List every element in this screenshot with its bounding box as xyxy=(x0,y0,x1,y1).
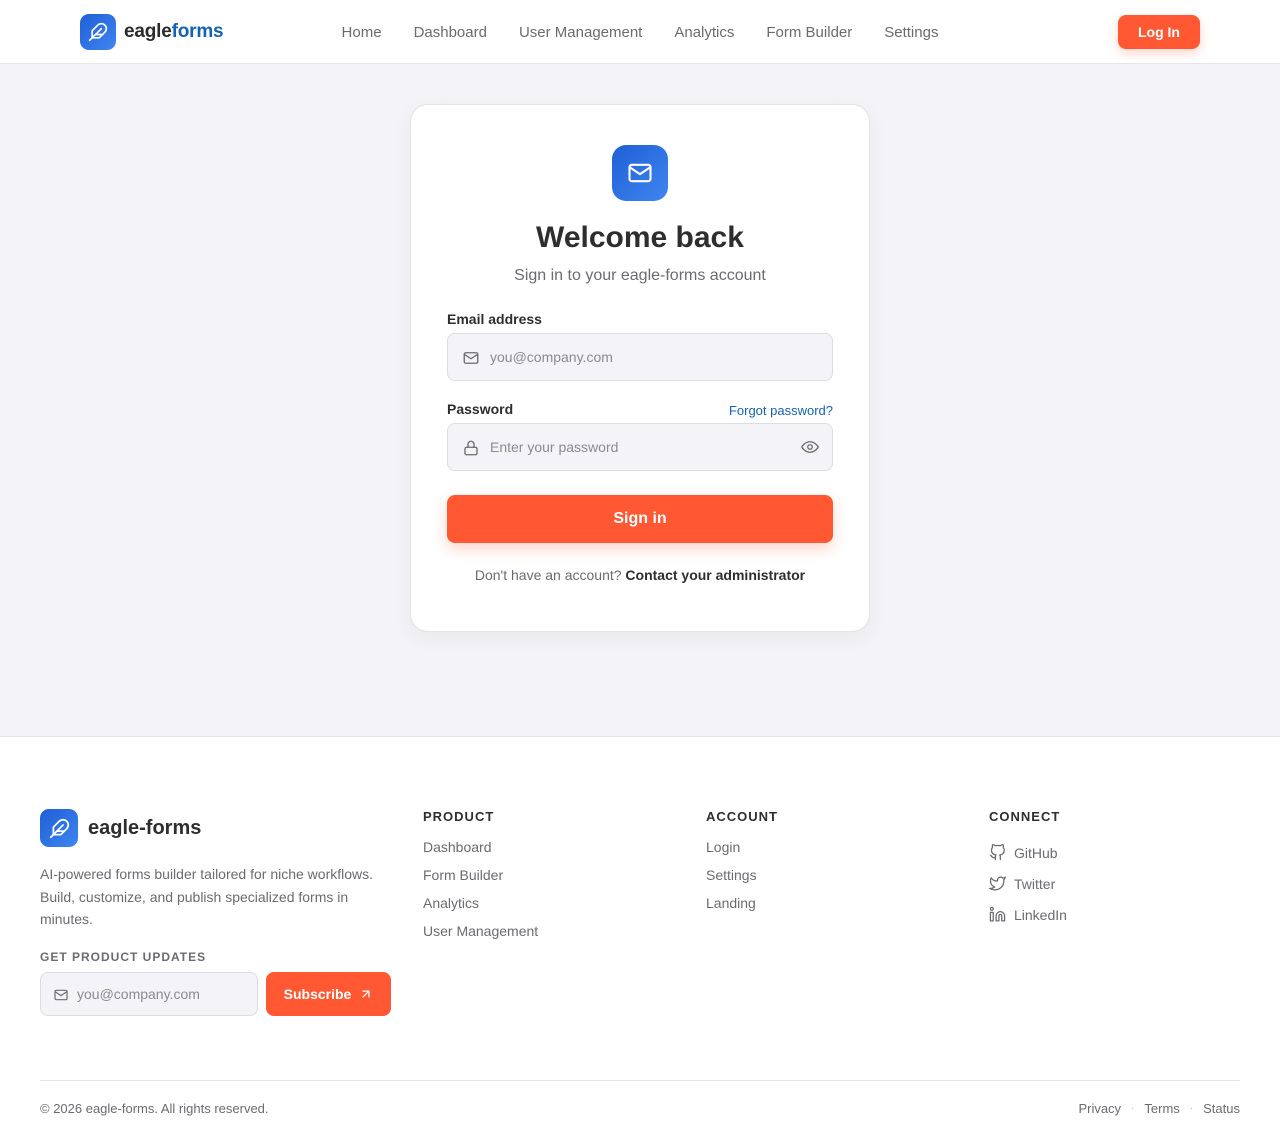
footer-link-settings[interactable]: Settings xyxy=(706,865,778,893)
footer-link-twitter[interactable]: Twitter xyxy=(989,868,1067,899)
nav-analytics[interactable]: Analytics xyxy=(674,24,734,41)
terms-link[interactable]: Terms xyxy=(1144,1101,1179,1116)
footer-link-dashboard[interactable]: Dashboard xyxy=(423,837,538,865)
footer-product-column: PRODUCT Dashboard Form Builder Analytics… xyxy=(423,809,538,949)
github-label: GitHub xyxy=(1014,844,1058,861)
separator-dot: · xyxy=(1131,1103,1135,1114)
footer-link-login[interactable]: Login xyxy=(706,837,778,865)
email-label: Email address xyxy=(447,311,542,327)
mail-icon xyxy=(612,145,668,201)
login-button[interactable]: Log In xyxy=(1118,15,1200,49)
linkedin-icon xyxy=(989,906,1006,922)
feather-logo-icon xyxy=(40,809,78,847)
nav-dashboard[interactable]: Dashboard xyxy=(414,24,487,41)
product-heading: PRODUCT xyxy=(423,809,495,824)
brand-name: eagleforms xyxy=(124,21,224,42)
footer-brand: eagle-forms xyxy=(40,809,201,847)
password-label: Password xyxy=(447,401,514,417)
contact-admin-link[interactable]: Contact your administrator xyxy=(625,567,805,583)
nav-user-management[interactable]: User Management xyxy=(519,24,642,41)
no-account-line: Don't have an account? Contact your admi… xyxy=(411,567,869,583)
footer-link-form-builder[interactable]: Form Builder xyxy=(423,865,538,893)
forgot-password-link[interactable]: Forgot password? xyxy=(729,403,833,418)
nav-home[interactable]: Home xyxy=(342,24,382,41)
envelope-icon xyxy=(54,989,68,1001)
footer-description: AI-powered forms builder tailored for ni… xyxy=(40,866,374,927)
footer-brand-name: eagle-forms xyxy=(88,816,202,839)
subscribe-email-input[interactable] xyxy=(77,973,253,1015)
footer-account-column: ACCOUNT Login Settings Landing xyxy=(706,809,778,921)
twitter-label: Twitter xyxy=(1014,875,1056,892)
footer-link-user-management[interactable]: User Management xyxy=(423,921,538,949)
linkedin-label: LinkedIn xyxy=(1014,906,1067,923)
main-area: Welcome back Sign in to your eagle-forms… xyxy=(0,64,1280,737)
subscribe-label: Subscribe xyxy=(283,986,352,1002)
email-field-wrapper xyxy=(447,333,833,381)
footer-link-github[interactable]: GitHub xyxy=(989,837,1067,868)
subscribe-button[interactable]: Subscribe xyxy=(266,972,391,1016)
feather-logo-icon xyxy=(80,14,116,50)
nav-form-builder[interactable]: Form Builder xyxy=(766,24,852,41)
arrow-up-right-icon xyxy=(362,990,370,998)
site-footer: eagle-forms AI-powered forms builder tai… xyxy=(0,737,1280,1148)
password-field-wrapper xyxy=(447,423,833,471)
github-icon xyxy=(989,844,1005,861)
show-password-eye-icon[interactable] xyxy=(801,438,819,456)
email-input[interactable] xyxy=(490,334,790,380)
status-link[interactable]: Status xyxy=(1203,1101,1240,1116)
twitter-icon xyxy=(989,876,1006,891)
login-title: Welcome back xyxy=(536,221,744,254)
footer-link-landing[interactable]: Landing xyxy=(706,893,778,921)
separator-dot: · xyxy=(1189,1103,1194,1114)
footer-link-analytics[interactable]: Analytics xyxy=(423,893,538,921)
copyright-text: © 2026 eagle-forms. All rights reserved. xyxy=(40,1101,269,1116)
privacy-link[interactable]: Privacy xyxy=(1078,1101,1121,1116)
no-account-text: Don't have an account? xyxy=(474,567,622,583)
subscribe-field-wrapper xyxy=(40,972,258,1016)
footer-divider xyxy=(40,1080,1240,1081)
legal-links: Privacy · Terms · Status xyxy=(1078,1101,1240,1116)
account-heading: ACCOUNT xyxy=(706,809,778,824)
login-subtitle: Sign in to your eagle-forms account xyxy=(514,267,766,284)
product-updates-heading: GET PRODUCT UPDATES xyxy=(40,950,207,964)
footer-link-linkedin[interactable]: LinkedIn xyxy=(989,899,1067,930)
login-card: Welcome back Sign in to your eagle-forms… xyxy=(410,104,870,632)
envelope-icon xyxy=(463,352,479,364)
top-navigation-bar: eagleforms Home Dashboard User Managemen… xyxy=(0,0,1280,64)
nav-settings[interactable]: Settings xyxy=(884,24,938,41)
sign-in-button[interactable]: Sign in xyxy=(447,495,833,543)
password-input[interactable] xyxy=(490,424,790,470)
connect-heading: CONNECT xyxy=(989,809,1061,824)
brand-logo-link[interactable]: eagleforms xyxy=(80,14,224,50)
lock-icon xyxy=(464,440,478,456)
footer-connect-column: CONNECT GitHub Twitter LinkedIn xyxy=(989,809,1067,930)
